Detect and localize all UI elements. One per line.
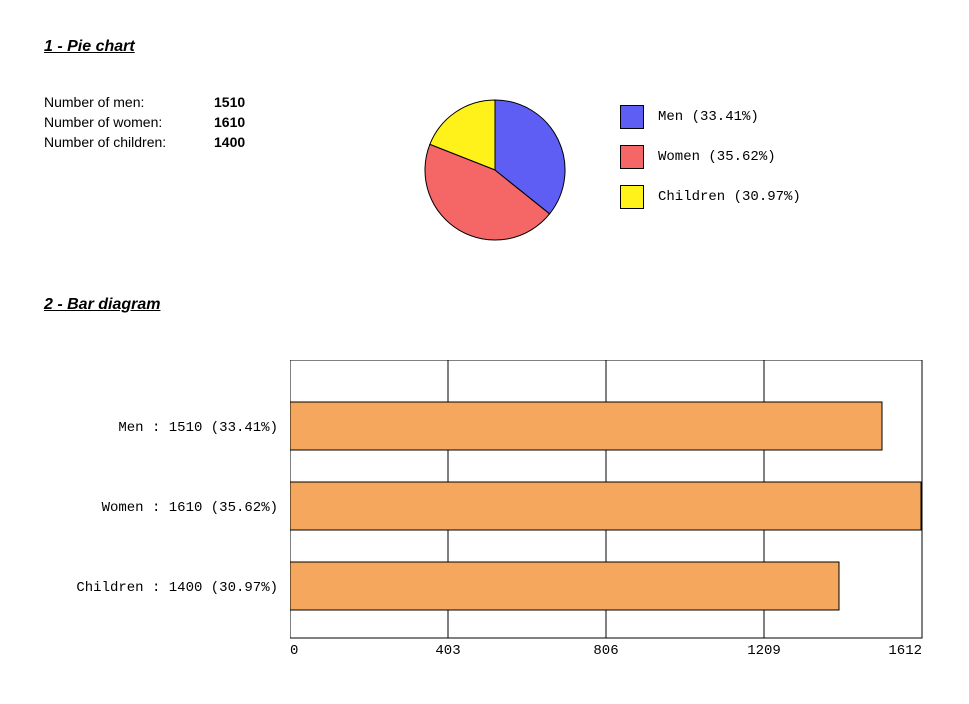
legend-row: Women (35.62%) xyxy=(620,145,801,169)
bar-chart: 0 403 806 1209 1612 xyxy=(290,360,930,660)
bar-label: Women : 1610 (35.62%) xyxy=(102,500,278,516)
section-heading-bar: 2 - Bar diagram xyxy=(44,296,160,314)
legend-text: Men (33.41%) xyxy=(658,109,759,125)
data-value: 1400 xyxy=(214,132,264,152)
data-label: Number of men: xyxy=(44,92,214,112)
legend-row: Men (33.41%) xyxy=(620,105,801,129)
bar-tick: 0 xyxy=(290,643,298,659)
pie-chart xyxy=(415,90,575,253)
legend-text: Children (30.97%) xyxy=(658,189,801,205)
legend-swatch-women xyxy=(620,145,644,169)
data-table: Number of men: 1510 Number of women: 161… xyxy=(44,92,264,152)
bar-tick: 806 xyxy=(593,643,618,659)
bar-label: Men : 1510 (33.41%) xyxy=(118,420,278,436)
data-value: 1510 xyxy=(214,92,264,112)
data-row: Number of children: 1400 xyxy=(44,132,264,152)
bar-tick: 403 xyxy=(435,643,460,659)
data-row: Number of women: 1610 xyxy=(44,112,264,132)
data-row: Number of men: 1510 xyxy=(44,92,264,112)
pie-legend: Men (33.41%) Women (35.62%) Children (30… xyxy=(620,105,801,225)
data-label: Number of children: xyxy=(44,132,214,152)
bar-y-labels: Men : 1510 (33.41%) Women : 1610 (35.62%… xyxy=(34,360,284,660)
legend-text: Women (35.62%) xyxy=(658,149,776,165)
bar-tick: 1612 xyxy=(888,643,922,659)
legend-swatch-men xyxy=(620,105,644,129)
section-heading-pie: 1 - Pie chart xyxy=(44,38,135,56)
legend-swatch-children xyxy=(620,185,644,209)
bar-tick: 1209 xyxy=(747,643,781,659)
data-label: Number of women: xyxy=(44,112,214,132)
bar-label: Children : 1400 (30.97%) xyxy=(76,580,278,596)
data-value: 1610 xyxy=(214,112,264,132)
legend-row: Children (30.97%) xyxy=(620,185,801,209)
